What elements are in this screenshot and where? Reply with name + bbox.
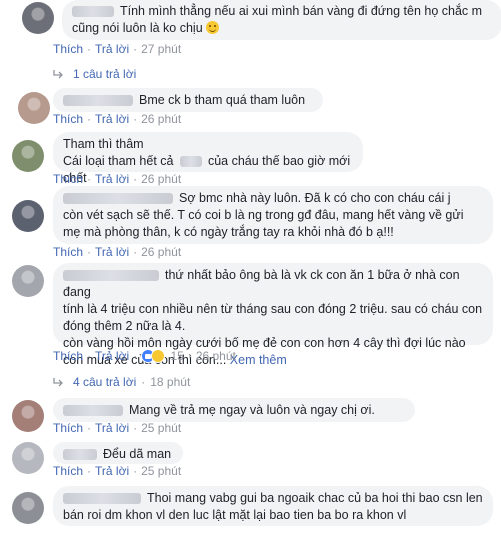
comment-actions: Thích · Trả lời · 25 phút [53, 421, 182, 435]
haha-reaction-icon [151, 349, 166, 363]
timestamp: 26 phút [195, 349, 236, 363]
see-more-link[interactable]: Xem thêm [230, 353, 287, 367]
timestamp: 18 phút [150, 375, 191, 389]
reply-link[interactable]: Trả lời [95, 42, 129, 56]
blurred-name [63, 95, 133, 107]
blurred-name [72, 6, 114, 18]
reactions-icon[interactable] [141, 349, 167, 363]
avatar[interactable] [12, 200, 44, 232]
comment-text: Đểu dã man [103, 447, 172, 461]
commenter-name[interactable]: Tham thì thâm [63, 137, 144, 151]
reply-link[interactable]: Trả lời [95, 245, 129, 259]
comment-text: tính là 4 triệu con nhiều nên từ tháng s… [63, 302, 483, 333]
timestamp: 25 phút [141, 421, 182, 435]
comment-actions: Thích · Trả lời · 27 phút [53, 42, 182, 56]
like-link[interactable]: Thích [53, 42, 83, 56]
timestamp: 26 phút [141, 172, 182, 186]
comment-bubble: Thoi mang vabg gui ba ngoaik chac củ ba … [53, 486, 493, 526]
view-replies-link[interactable]: 4 câu trả lời · 18 phút [53, 375, 190, 389]
like-link[interactable]: Thích [53, 349, 83, 363]
avatar[interactable] [12, 400, 44, 432]
reply-link[interactable]: Trả lời [95, 464, 129, 478]
reply-link[interactable]: Trả lời [95, 421, 129, 435]
avatar[interactable] [12, 140, 44, 172]
reply-link[interactable]: Trả lời [95, 349, 129, 363]
comment-actions: Thích · Trả lời · 15 · 26 phút [53, 349, 236, 363]
comment-bubble: Mang về trả mẹ ngay và luôn và ngay chị … [53, 398, 415, 422]
blurred-name [63, 193, 173, 205]
comment-bubble: Bme ck b tham quá tham luôn [53, 88, 323, 112]
like-link[interactable]: Thích [53, 245, 83, 259]
timestamp: 27 phút [141, 42, 182, 56]
blurred-word [179, 156, 202, 168]
comment-text: bán roi dm khon vl den luc lật mặt lại b… [63, 508, 407, 522]
comment-actions: Thích · Trả lời · 26 phút [53, 245, 182, 259]
view-replies-link[interactable]: 1 câu trả lời [53, 67, 136, 81]
reaction-count[interactable]: 15 [170, 349, 183, 363]
reply-arrow-icon [53, 70, 63, 79]
comment-text: Thoi mang vabg gui ba ngoaik chac củ ba … [147, 491, 483, 505]
like-link[interactable]: Thích [53, 421, 83, 435]
blurred-name [63, 493, 141, 505]
like-link[interactable]: Thích [53, 112, 83, 126]
reply-arrow-icon [53, 378, 63, 387]
comment-bubble: Tham thì thâm Cái loại tham hết cả của c… [53, 132, 363, 185]
timestamp: 26 phút [141, 245, 182, 259]
comment-text: còn vét sạch sẽ thế. T có coi b là ng tr… [63, 208, 464, 239]
comment-bubble: thứ nhất bảo ông bà là vk ck con ăn 1 bữ… [53, 263, 493, 367]
comment-text: Mang về trả mẹ ngay và luôn và ngay chị … [129, 403, 375, 417]
blurred-name [63, 270, 159, 282]
comment-text: Bme ck b tham quá tham luôn [139, 93, 306, 107]
comment-actions: Thích · Trả lời · 25 phút [53, 464, 182, 478]
comment-text: Sợ bmc nhà này luôn. Đã k có cho con chá… [179, 191, 451, 205]
avatar[interactable] [18, 92, 50, 124]
avatar[interactable] [12, 265, 44, 297]
timestamp: 26 phút [141, 112, 182, 126]
comment-actions: Thích · Trả lời · 26 phút [53, 112, 182, 126]
comment-text: Tính mình thẳng nếu ai xui mình bán vàng… [72, 4, 483, 35]
comment-bubble: Tính mình thẳng nếu ai xui mình bán vàng… [62, 0, 501, 40]
avatar[interactable] [22, 2, 54, 34]
reply-link[interactable]: Trả lời [95, 172, 129, 186]
comment-text: Cái loại tham hết cả [63, 154, 174, 168]
timestamp: 25 phút [141, 464, 182, 478]
avatar[interactable] [12, 492, 44, 524]
blurred-name [63, 449, 97, 461]
reply-link[interactable]: Trả lời [95, 112, 129, 126]
avatar[interactable] [12, 442, 44, 474]
comment-bubble: Đểu dã man [53, 442, 183, 464]
comment-bubble: Sợ bmc nhà này luôn. Đã k có cho con chá… [53, 186, 493, 244]
blurred-name [63, 405, 123, 417]
smile-emoji-icon [205, 21, 219, 34]
like-link[interactable]: Thích [53, 172, 83, 186]
like-link[interactable]: Thích [53, 464, 83, 478]
comment-actions: Thích · Trả lời · 26 phút [53, 172, 182, 186]
